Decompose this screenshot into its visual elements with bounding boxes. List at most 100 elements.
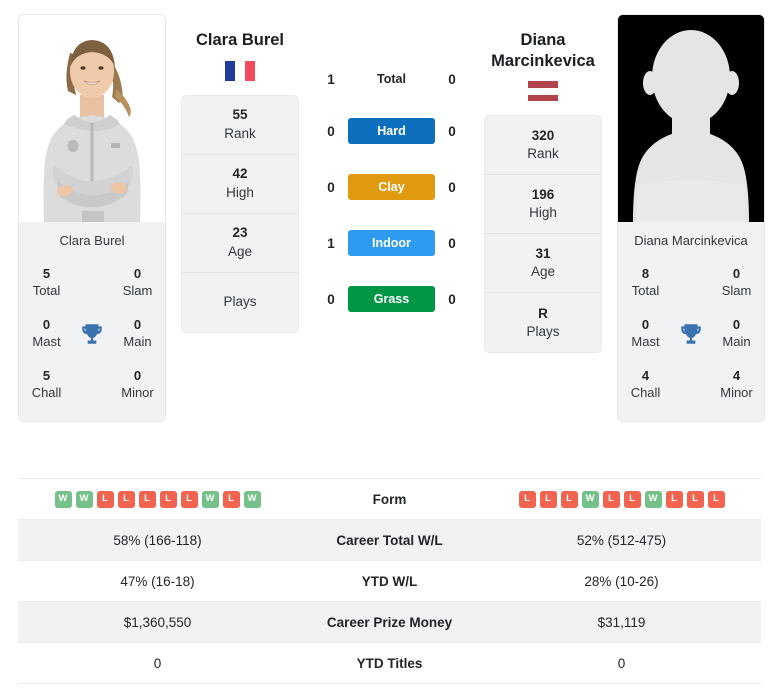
value: 5: [42, 367, 51, 383]
left-card-player-name: Clara Burel: [59, 233, 125, 248]
h2h-label-clay[interactable]: Clay: [348, 174, 435, 200]
label: Mast: [631, 334, 660, 350]
value: 8: [641, 265, 650, 281]
h2h-left-score: 1: [327, 71, 335, 87]
left-title-main: 0 Main: [112, 309, 163, 360]
right-title-main: 0 Main: [711, 309, 762, 360]
label: Minor: [121, 385, 154, 401]
table-row-career-prize-money: $1,360,550 Career Prize Money $31,119: [18, 602, 761, 643]
left-stat-high: 42 High: [182, 155, 298, 214]
value: R: [538, 305, 548, 321]
right-form-badges: LLLWLLWLLL: [486, 490, 757, 508]
value: 320: [531, 128, 555, 144]
label: High: [226, 184, 254, 200]
head-to-head-column: 1 Total 0 0 Hard 0 0 Clay 0 1 Indoor 0 0: [314, 14, 469, 312]
form-badge-loss: L: [602, 490, 620, 508]
row-label-ytd-titles: YTD Titles: [356, 655, 423, 671]
form-badge-loss: L: [686, 490, 704, 508]
form-badge-loss: L: [707, 490, 725, 508]
right-stat-rank: 320 Rank: [485, 116, 601, 176]
value: 0: [42, 316, 51, 332]
left-stat-rank: 55 Rank: [182, 96, 298, 155]
table-row-form: WWLLLLLWLW Form LLLWLLWLLL: [18, 479, 761, 520]
h2h-right-score: 0: [448, 179, 456, 195]
form-badge-win: W: [54, 490, 72, 508]
right-stat-high: 196 High: [485, 175, 601, 235]
form-badge-loss: L: [623, 490, 641, 508]
label: Mast: [32, 334, 61, 350]
form-badge-win: W: [644, 490, 662, 508]
left-form-badges: WWLLLLLWLW: [22, 490, 293, 508]
value: 0: [133, 316, 142, 332]
h2h-label-grass[interactable]: Grass: [348, 286, 435, 312]
right-form-cell: LLLWLLWLLL: [482, 485, 761, 514]
form-badge-loss: L: [159, 490, 177, 508]
right-title-minor: 4 Minor: [711, 360, 762, 411]
comparison-table: WWLLLLLWLW Form LLLWLLWLLL 58% (166-118)…: [18, 478, 761, 684]
right-player-card[interactable]: Diana Marcinkevica 8 Total 0 Slam 0 Mast: [617, 14, 765, 422]
right-title-mast: 0 Mast: [620, 309, 671, 360]
value: 0: [133, 367, 142, 383]
label: Age: [530, 264, 556, 280]
form-badge-win: W: [243, 490, 261, 508]
right-stat-age: 31 Age: [485, 234, 601, 294]
form-badge-win: W: [75, 490, 93, 508]
form-badge-loss: L: [96, 490, 114, 508]
form-badge-loss: L: [117, 490, 135, 508]
left-title-mast: 0 Mast: [21, 309, 72, 360]
value: 55: [232, 107, 248, 123]
form-badge-loss: L: [518, 490, 536, 508]
right-titles-grid: 8 Total 0 Slam 0 Mast 0 Main 4 Chall 4 M…: [618, 258, 764, 421]
h2h-row-total: 1 Total 0: [314, 70, 469, 88]
h2h-left-score: 0: [327, 123, 335, 139]
value: 4: [641, 367, 650, 383]
right-career-total-wl: 52% (512-475): [576, 532, 667, 548]
form-badge-win: W: [581, 490, 599, 508]
left-title-slam: 0 Slam: [112, 258, 163, 309]
player-comparison-page: Clara Burel 5 Total 0 Slam 0 Mast 0 Main…: [0, 0, 779, 699]
value: 23: [232, 225, 248, 241]
label: Main: [722, 334, 751, 350]
left-title-chall: 5 Chall: [21, 360, 72, 411]
h2h-label-total: Total: [377, 72, 406, 86]
row-label-career-prize-money: Career Prize Money: [326, 614, 453, 630]
value: 42: [232, 166, 248, 182]
right-title-total: 8 Total: [620, 258, 671, 309]
right-stat-box: 320 Rank 196 High 31 Age R Plays: [484, 115, 602, 354]
value: 0: [732, 316, 741, 332]
value: 31: [535, 246, 551, 262]
label: Plays: [526, 323, 560, 339]
value: 196: [531, 187, 555, 203]
h2h-label-hard[interactable]: Hard: [348, 118, 435, 144]
left-career-total-wl: 58% (166-118): [113, 532, 202, 548]
left-titles-grid: 5 Total 0 Slam 0 Mast 0 Main 5 Chall 0 M…: [19, 258, 165, 421]
label: Rank: [224, 125, 256, 141]
left-career-prize-money: $1,360,550: [123, 614, 192, 630]
left-player-card[interactable]: Clara Burel 5 Total 0 Slam 0 Mast 0 Main…: [18, 14, 166, 422]
left-player-name[interactable]: Clara Burel: [196, 14, 284, 51]
right-title-slam: 0 Slam: [711, 258, 762, 309]
h2h-left-score: 1: [327, 235, 335, 251]
right-title-chall: 4 Chall: [620, 360, 671, 411]
h2h-right-score: 0: [448, 71, 456, 87]
value: 0: [732, 265, 741, 281]
trophy-icon: [681, 324, 701, 344]
value: 4: [732, 367, 741, 383]
right-player-header: Diana Marcinkevica 320 Rank 196 High 31 …: [469, 14, 617, 354]
player-portrait-icon: [19, 15, 165, 222]
comparison-top: Clara Burel 5 Total 0 Slam 0 Mast 0 Main…: [0, 0, 779, 470]
right-card-player-name: Diana Marcinkevica: [634, 233, 748, 248]
h2h-label-indoor[interactable]: Indoor: [348, 230, 435, 256]
form-badge-loss: L: [180, 490, 198, 508]
left-form-cell: WWLLLLLWLW: [18, 485, 297, 514]
left-stat-plays: Plays: [182, 273, 298, 332]
row-label-form: Form: [372, 491, 407, 507]
right-trophy-icon-cell: [671, 309, 711, 360]
right-ytd-titles: 0: [617, 655, 626, 671]
left-title-minor: 0 Minor: [112, 360, 163, 411]
right-player-name[interactable]: Diana Marcinkevica: [469, 14, 617, 71]
label: Plays: [223, 294, 257, 310]
table-row-career-total-wl: 58% (166-118) Career Total W/L 52% (512-…: [18, 520, 761, 561]
